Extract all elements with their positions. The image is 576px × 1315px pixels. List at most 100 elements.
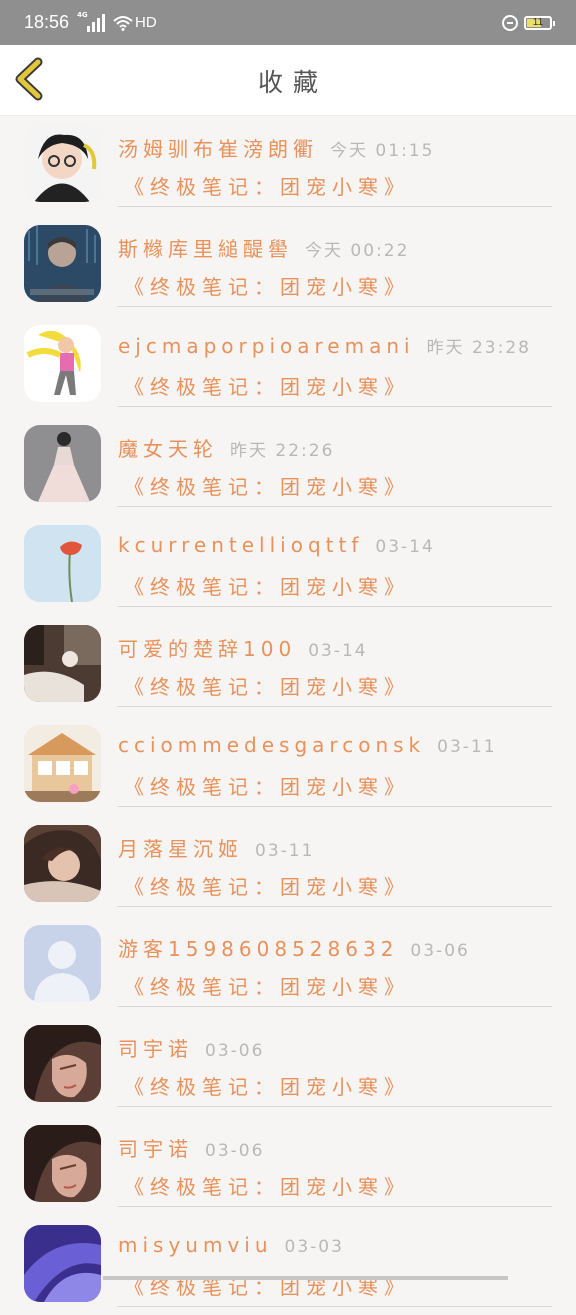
user-name[interactable]: 斯橼库里縋醍嚳 [118,233,293,262]
avatar-image [24,625,101,702]
user-name[interactable]: 司宇诺 [118,1133,193,1162]
favorite-time: 03-14 [308,641,368,661]
avatar-image [24,1225,101,1302]
favorite-item[interactable]: 司宇诺 03-06 《终极笔记：团宠小寒》 [0,1015,576,1115]
avatar-image [24,425,101,502]
favorite-header: 汤姆驯布崔滂朗衢 今天 01:15 [118,133,434,162]
avatar-image [24,1025,101,1102]
battery-percent: 11 [532,17,544,28]
favorite-item[interactable]: 可爱的楚辞100 03-14 《终极笔记：团宠小寒》 [0,615,576,715]
row-divider [117,506,552,507]
status-bar: 18:56 4G HD 11 [0,0,576,45]
battery-icon: 11 [524,15,555,30]
avatar[interactable] [24,1225,101,1302]
favorite-header: 斯橼库里縋醍嚳 今天 00:22 [118,233,409,262]
favorite-header: 可爱的楚辞100 03-14 [118,633,368,662]
row-divider [117,206,552,207]
hd-indicator: HD [135,14,157,31]
favorite-header: kcurrentellioqttf 03-14 [118,533,435,557]
favorite-header: misyumviu 03-03 [118,1233,344,1257]
book-title[interactable]: 《终极笔记：团宠小寒》 [124,171,410,200]
user-name[interactable]: 汤姆驯布崔滂朗衢 [118,133,318,162]
favorite-time: 03-03 [284,1237,344,1257]
favorite-item[interactable]: 汤姆驯布崔滂朗衢 今天 01:15 《终极笔记：团宠小寒》 [0,115,576,215]
avatar[interactable] [24,325,101,402]
avatar-image [24,925,101,1002]
favorite-item[interactable]: 游客1598608528632 03-06 《终极笔记：团宠小寒》 [0,915,576,1015]
avatar[interactable] [24,725,101,802]
avatar[interactable] [24,125,101,202]
book-title[interactable]: 《终极笔记：团宠小寒》 [124,1171,410,1200]
avatar-image [24,825,101,902]
status-time: 18:56 [24,12,70,32]
favorite-time: 03-06 [205,1141,265,1161]
row-divider [117,606,552,607]
avatar-image [24,325,101,402]
avatar-image [24,525,101,602]
user-name[interactable]: misyumviu [118,1233,273,1257]
user-name[interactable]: 司宇诺 [118,1033,193,1062]
book-title[interactable]: 《终极笔记：团宠小寒》 [124,371,410,400]
favorite-header: 月落星沉姬 03-11 [118,833,314,862]
book-title[interactable]: 《终极笔记：团宠小寒》 [124,671,410,700]
favorite-item[interactable]: 魔女天轮 昨天 22:26 《终极笔记：团宠小寒》 [0,415,576,515]
favorite-header: 司宇诺 03-06 [118,1133,264,1162]
user-name[interactable]: ejcmaporpioaremani [118,334,415,358]
book-title[interactable]: 《终极笔记：团宠小寒》 [124,471,410,500]
row-divider [117,306,552,307]
favorite-item[interactable]: kcurrentellioqttf 03-14 《终极笔记：团宠小寒》 [0,515,576,615]
wifi-icon [113,15,133,31]
row-divider [117,1306,552,1307]
avatar-image [24,1125,101,1202]
row-divider [117,1106,552,1107]
favorite-time: 03-11 [437,737,497,757]
favorite-time: 03-06 [410,941,470,961]
book-title[interactable]: 《终极笔记：团宠小寒》 [124,871,410,900]
avatar[interactable] [24,625,101,702]
app-header: 收藏 [0,45,576,116]
avatar[interactable] [24,1025,101,1102]
user-name[interactable]: cciommedesgarconsk [118,733,425,757]
row-divider [117,906,552,907]
book-title[interactable]: 《终极笔记：团宠小寒》 [124,271,410,300]
favorite-header: 司宇诺 03-06 [118,1033,264,1062]
user-name[interactable]: 游客1598608528632 [118,933,398,962]
favorite-item[interactable]: misyumviu 03-03 《终极笔记：团宠小寒》 [0,1215,576,1315]
avatar[interactable] [24,825,101,902]
network-type: 4G [77,10,88,19]
row-divider [117,806,552,807]
favorite-time: 今天 00:22 [305,241,410,261]
avatar[interactable] [24,525,101,602]
user-name[interactable]: 月落星沉姬 [118,833,243,862]
favorite-header: 魔女天轮 昨天 22:26 [118,433,334,462]
favorites-list[interactable]: 汤姆驯布崔滂朗衢 今天 01:15 《终极笔记：团宠小寒》 斯橼库里縋醍嚳 今天 00:… [0,115,576,1315]
row-divider [117,1006,552,1007]
avatar[interactable] [24,225,101,302]
avatar-image [24,225,101,302]
favorite-time: 今天 01:15 [330,141,435,161]
avatar[interactable] [24,1125,101,1202]
favorite-item[interactable]: ejcmaporpioaremani 昨天 23:28 《终极笔记：团宠小寒》 [0,315,576,415]
avatar-image [24,125,101,202]
favorite-item[interactable]: 司宇诺 03-06 《终极笔记：团宠小寒》 [0,1115,576,1215]
favorite-header: cciommedesgarconsk 03-11 [118,733,497,757]
scroll-indicator [103,1276,508,1280]
favorite-time: 03-11 [255,841,315,861]
avatar[interactable] [24,425,101,502]
favorite-item[interactable]: 月落星沉姬 03-11 《终极笔记：团宠小寒》 [0,815,576,915]
book-title[interactable]: 《终极笔记：团宠小寒》 [124,971,410,1000]
favorite-header: 游客1598608528632 03-06 [118,933,470,962]
book-title[interactable]: 《终极笔记：团宠小寒》 [124,571,410,600]
row-divider [117,706,552,707]
avatar-image [24,725,101,802]
favorite-item[interactable]: 斯橼库里縋醍嚳 今天 00:22 《终极笔记：团宠小寒》 [0,215,576,315]
favorite-item[interactable]: cciommedesgarconsk 03-11 《终极笔记：团宠小寒》 [0,715,576,815]
user-name[interactable]: 魔女天轮 [118,433,218,462]
user-name[interactable]: 可爱的楚辞100 [118,633,296,662]
book-title[interactable]: 《终极笔记：团宠小寒》 [124,771,410,800]
avatar[interactable] [24,925,101,1002]
favorite-header: ejcmaporpioaremani 昨天 23:28 [118,333,531,358]
user-name[interactable]: kcurrentellioqttf [118,533,363,557]
signal-icon: 4G [77,10,107,32]
book-title[interactable]: 《终极笔记：团宠小寒》 [124,1071,410,1100]
